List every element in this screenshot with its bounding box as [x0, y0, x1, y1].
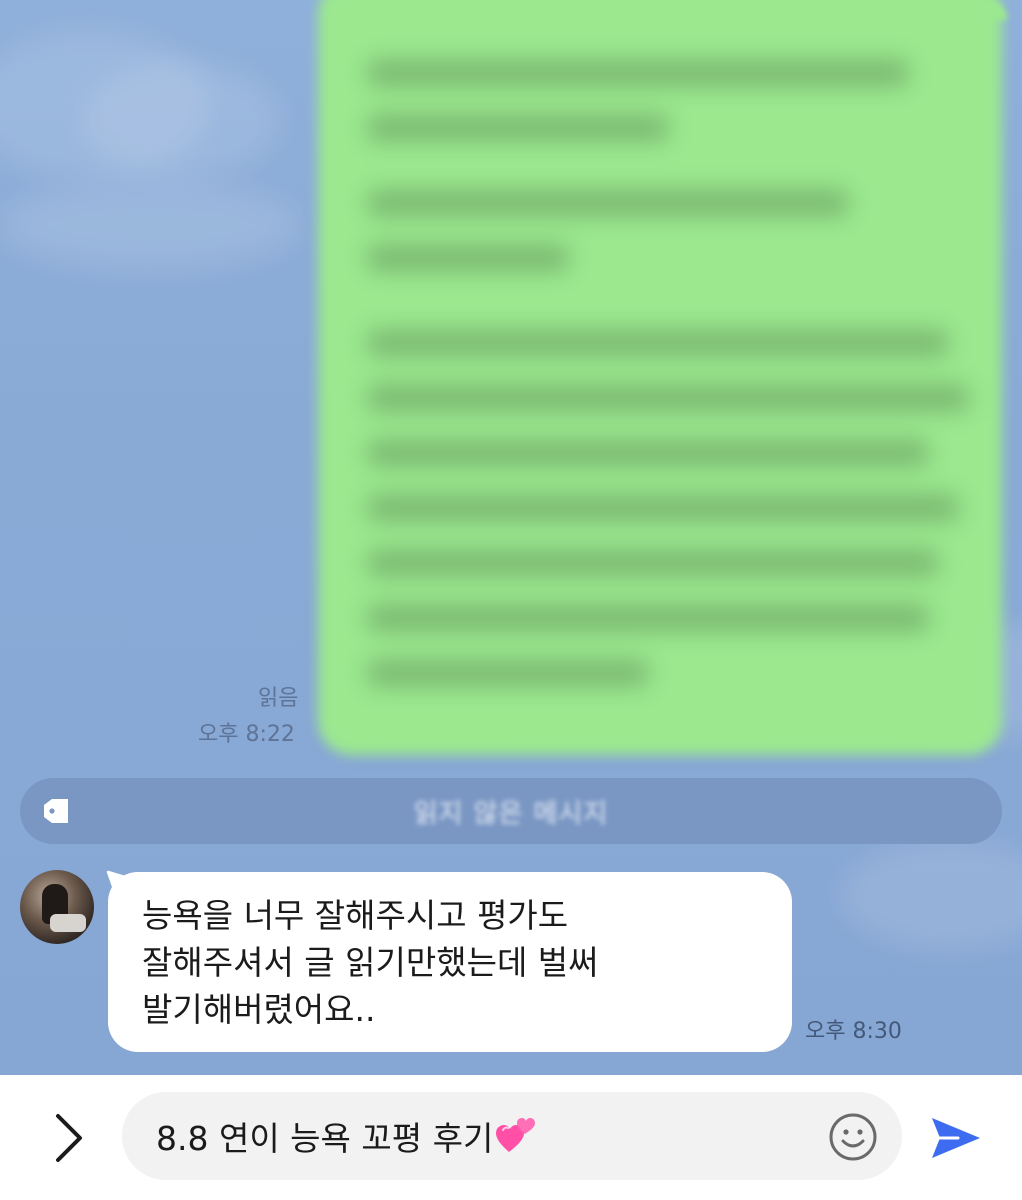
blurred-text-line — [368, 440, 928, 466]
chat-message-area[interactable]: 읽음 오후 8:22 읽지 않은 메시지 능욕을 너무 잘해주시고 평가도 잘해… — [0, 0, 1022, 1075]
two-hearts-icon — [496, 1118, 536, 1152]
incoming-message-bubble[interactable]: 능욕을 너무 잘해주시고 평가도 잘해주셔서 글 읽기만했는데 벌써 발기해버렸… — [108, 872, 792, 1052]
smiley-icon[interactable] — [828, 1112, 878, 1162]
blurred-text-line — [368, 245, 568, 271]
incoming-message-time: 오후 8:30 — [805, 1019, 902, 1044]
read-status-label: 읽음 — [258, 686, 299, 711]
incoming-message-line: 발기해버렸어요.. — [142, 990, 376, 1029]
blurred-text-line — [368, 115, 668, 141]
message-input[interactable]: 8.8 연이 능욕 꼬평 후기 — [122, 1092, 902, 1180]
blurred-text-line — [368, 660, 648, 686]
outgoing-message-bubble-blurred[interactable] — [318, 0, 1002, 755]
blurred-text-line — [368, 605, 928, 631]
outgoing-message-time: 오후 8:22 — [198, 722, 295, 747]
blurred-text-line — [368, 495, 958, 521]
background-cloud — [840, 840, 1022, 950]
blurred-text-line — [368, 60, 908, 86]
incoming-message-line: 잘해주셔서 글 읽기만했는데 벌써 — [142, 943, 599, 982]
send-icon[interactable] — [928, 1110, 984, 1166]
background-cloud — [0, 180, 300, 270]
blurred-text-line — [368, 385, 968, 411]
chevron-right-icon[interactable] — [44, 1110, 92, 1166]
blurred-text-line — [368, 190, 848, 216]
sender-avatar[interactable] — [20, 870, 94, 944]
blurred-text-line — [368, 330, 948, 356]
background-cloud — [80, 60, 280, 180]
blurred-text-line — [368, 550, 938, 576]
unread-divider-label: 읽지 않은 메시지 — [413, 799, 609, 829]
message-input-text: 8.8 연이 능욕 꼬평 후기 — [156, 1119, 494, 1158]
incoming-message-line: 능욕을 너무 잘해주시고 평가도 — [142, 896, 569, 935]
